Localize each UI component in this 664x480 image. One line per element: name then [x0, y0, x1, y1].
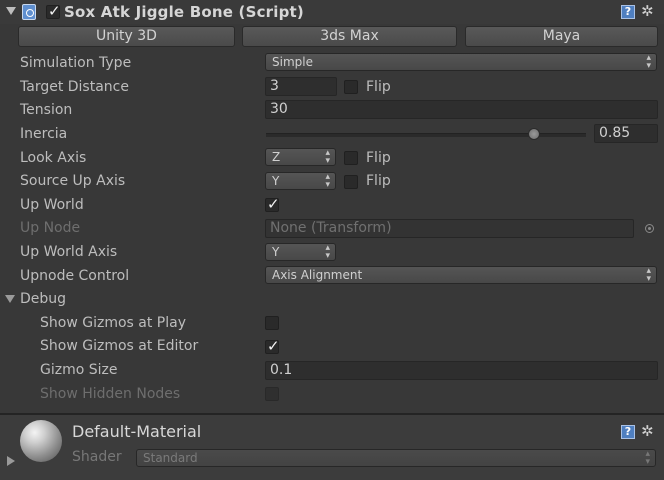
look-axis-dropdown[interactable]: Z ▴ ▾: [265, 148, 336, 166]
source-up-axis-value: Y: [272, 174, 280, 188]
source-up-axis-label: Source Up Axis: [20, 173, 126, 189]
checkmark-icon: ✓: [267, 337, 280, 355]
debug-foldout-icon[interactable]: [5, 295, 15, 303]
show-hidden-nodes-checkbox[interactable]: [265, 387, 279, 401]
simulation-type-label: Simulation Type: [20, 55, 132, 71]
source-up-axis-flip-label: Flip: [366, 173, 391, 189]
debug-foldout-label[interactable]: Debug: [20, 290, 66, 308]
up-world-label: Up World: [20, 197, 84, 213]
material-preview-sphere: [20, 420, 62, 462]
dropdown-arrows-icon: ▴ ▾: [645, 449, 650, 467]
shader-dropdown[interactable]: Standard ▴ ▾: [136, 449, 656, 467]
tension-input[interactable]: 30: [265, 100, 658, 119]
show-hidden-nodes-label: Show Hidden Nodes: [40, 386, 181, 402]
show-gizmos-play-checkbox[interactable]: [265, 316, 279, 330]
inercia-input[interactable]: 0.85: [594, 124, 658, 143]
upnode-control-value: Axis Alignment: [272, 268, 363, 282]
target-distance-flip-checkbox[interactable]: [344, 80, 358, 94]
show-gizmos-editor-checkbox[interactable]: ✓: [265, 337, 280, 355]
look-axis-flip-label: Flip: [366, 150, 391, 166]
simulation-type-dropdown[interactable]: Simple ▴ ▾: [265, 53, 657, 71]
source-up-axis-flip-checkbox[interactable]: [344, 175, 358, 189]
foldout-expanded-icon[interactable]: [6, 7, 16, 15]
show-gizmos-play-label: Show Gizmos at Play: [40, 315, 186, 331]
inercia-slider-thumb[interactable]: [528, 128, 540, 140]
target-distance-label: Target Distance: [20, 79, 129, 95]
dropdown-arrows-icon: ▴ ▾: [646, 266, 651, 284]
checkmark-icon: ✓: [48, 2, 61, 20]
component-enabled-checkbox[interactable]: ✓: [46, 2, 61, 20]
gizmo-size-label: Gizmo Size: [40, 362, 118, 378]
upnode-control-label: Upnode Control: [20, 268, 130, 284]
shader-value: Standard: [143, 451, 198, 465]
source-up-axis-dropdown[interactable]: Y ▴ ▾: [265, 172, 336, 190]
dropdown-arrows-icon: ▴ ▾: [325, 243, 330, 261]
dropdown-arrows-icon: ▴ ▾: [646, 53, 651, 71]
shader-label: Shader: [72, 449, 122, 465]
inercia-label: Inercia: [20, 126, 68, 142]
dropdown-arrows-icon: ▴ ▾: [325, 148, 330, 166]
target-distance-input[interactable]: 3: [265, 77, 337, 96]
material-help-icon[interactable]: ?: [621, 425, 635, 439]
look-axis-flip-checkbox[interactable]: [344, 151, 358, 165]
up-world-axis-label: Up World Axis: [20, 244, 118, 260]
up-world-checkbox[interactable]: ✓: [265, 195, 280, 213]
checkmark-icon: ✓: [267, 195, 280, 213]
material-name: Default-Material: [72, 422, 202, 441]
dropdown-arrows-icon: ▴ ▾: [325, 172, 330, 190]
up-node-object-field[interactable]: None (Transform): [265, 219, 634, 238]
upnode-control-dropdown[interactable]: Axis Alignment ▴ ▾: [265, 266, 657, 284]
material-foldout-icon[interactable]: [7, 456, 15, 466]
preset-button-maya[interactable]: Maya: [465, 26, 658, 47]
preset-button-3dsmax[interactable]: 3ds Max: [242, 26, 457, 47]
look-axis-value: Z: [272, 150, 281, 164]
script-icon: [22, 4, 36, 20]
tension-label: Tension: [20, 102, 73, 118]
up-world-axis-value: Y: [272, 245, 280, 259]
preset-button-unity3d[interactable]: Unity 3D: [18, 26, 235, 47]
gear-icon[interactable]: ✲: [641, 4, 654, 19]
gizmo-size-input[interactable]: 0.1: [265, 361, 658, 380]
target-distance-flip-label: Flip: [366, 79, 391, 95]
show-gizmos-editor-label: Show Gizmos at Editor: [40, 338, 199, 354]
material-gear-icon[interactable]: ✲: [641, 424, 654, 439]
help-icon[interactable]: ?: [621, 5, 635, 19]
simulation-type-value: Simple: [272, 55, 313, 69]
component-title: Sox Atk Jiggle Bone (Script): [64, 3, 304, 21]
up-node-label: Up Node: [20, 220, 81, 236]
up-world-axis-dropdown[interactable]: Y ▴ ▾: [265, 243, 336, 261]
object-picker-icon[interactable]: [645, 224, 654, 233]
look-axis-label: Look Axis: [20, 150, 87, 166]
